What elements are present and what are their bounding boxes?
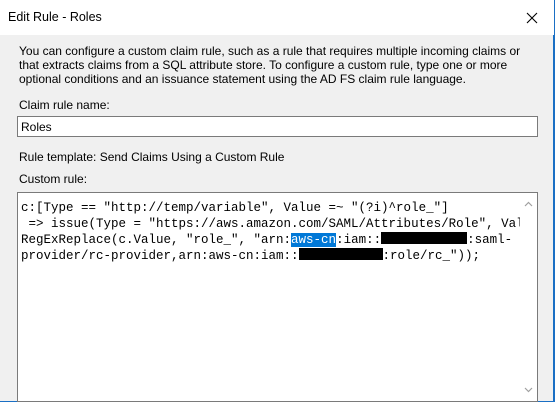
description-text: You can configure a custom claim rule, s… <box>19 44 521 86</box>
redacted-account-id <box>381 232 468 244</box>
window-title: Edit Rule - Roles <box>8 10 102 24</box>
close-button[interactable] <box>510 0 554 35</box>
selected-text: aws-cn <box>291 233 337 247</box>
claim-rule-name-label: Claim rule name: <box>19 98 110 112</box>
chevron-up-icon <box>524 201 533 206</box>
scroll-down-button[interactable] <box>520 381 537 398</box>
custom-rule-label: Custom rule: <box>19 172 88 186</box>
code-text: :iam:: <box>336 233 382 247</box>
claim-rule-name-input[interactable]: Roles <box>17 116 538 137</box>
code-text: :saml- <box>467 233 513 247</box>
edit-rule-dialog: Edit Rule - Roles You can configure a cu… <box>0 0 554 402</box>
code-text: RegExReplace(c.Value, "role_", "arn: <box>21 233 292 247</box>
code-text: :role/rc_")); <box>382 249 481 263</box>
close-icon <box>526 12 538 23</box>
code-line: provider/rc-provider,arn:aws-cn:iam:::ro… <box>21 248 481 263</box>
rule-template-label: Rule template: Send Claims Using a Custo… <box>19 150 285 164</box>
code-line: c:[Type == "http://temp/variable", Value… <box>21 201 449 215</box>
title-bar[interactable]: Edit Rule - Roles <box>0 0 554 35</box>
custom-rule-code: c:[Type == "http://temp/variable", Value… <box>21 200 537 264</box>
custom-rule-textarea[interactable]: c:[Type == "http://temp/variable", Value… <box>17 192 538 402</box>
scroll-up-button[interactable] <box>520 195 537 212</box>
vertical-scrollbar[interactable] <box>520 193 537 401</box>
redacted-account-id <box>298 248 383 260</box>
code-line: => issue(Type = "https://aws.amazon.com/… <box>21 217 538 231</box>
code-line: RegExReplace(c.Value, "role_", "arn:aws-… <box>21 232 513 247</box>
chevron-down-icon <box>524 387 533 392</box>
code-text: provider/rc-provider,arn:aws-cn:iam:: <box>21 249 299 263</box>
